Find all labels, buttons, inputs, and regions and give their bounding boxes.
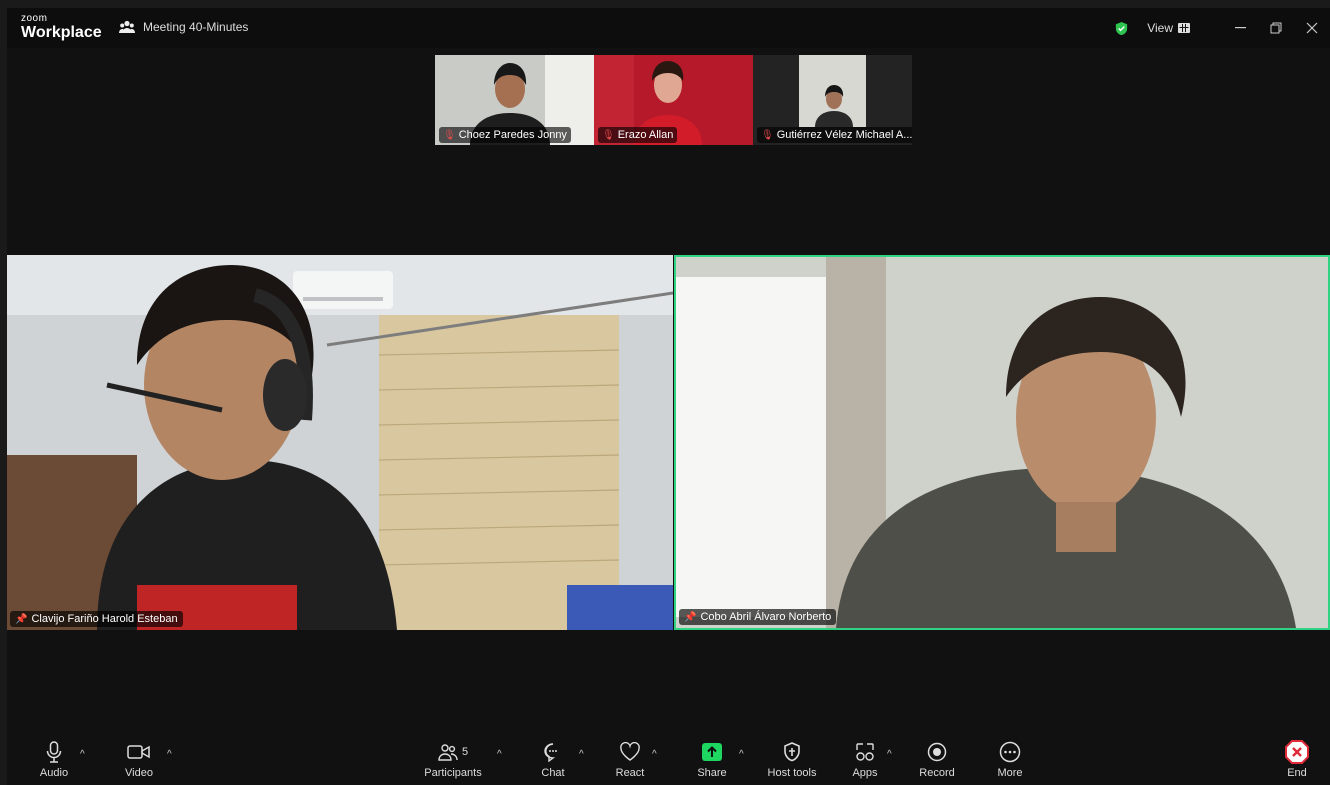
logo-zoom-text: zoom bbox=[21, 13, 48, 24]
chat-button[interactable]: Chat bbox=[518, 739, 588, 779]
participant-name-label: 📌 Cobo Abril Álvaro Norberto bbox=[679, 609, 837, 625]
participants-options-caret-icon[interactable]: ^ bbox=[497, 749, 502, 760]
meeting-title-text: Meeting 40-Minutes bbox=[143, 20, 249, 34]
record-label: Record bbox=[919, 767, 955, 779]
meeting-people-icon bbox=[119, 20, 135, 33]
participant-thumbnail[interactable]: 🎙 Gutiérrez Vélez Michael A... bbox=[753, 55, 912, 145]
thumbnail-strip: 🎙 Choez Paredes Jonny 🎙 Erazo Allan 🎙 Gu… bbox=[435, 55, 914, 145]
participant-name-label: 🎙 Erazo Allan bbox=[598, 127, 678, 143]
participant-name: Choez Paredes Jonny bbox=[458, 129, 567, 141]
participant-video bbox=[7, 255, 673, 630]
restore-button[interactable] bbox=[1258, 8, 1294, 48]
close-button[interactable] bbox=[1294, 8, 1330, 48]
chat-options-caret-icon[interactable]: ^ bbox=[579, 749, 584, 760]
participant-name: Gutiérrez Vélez Michael A... bbox=[776, 129, 912, 141]
meeting-toolbar: Audio ^ Video ^ 5 Participants ^ Chat ^ … bbox=[7, 735, 1330, 785]
mic-muted-icon: 🎙 bbox=[443, 129, 456, 141]
participant-thumbnail[interactable]: 🎙 Erazo Allan bbox=[594, 55, 753, 145]
video-tile[interactable]: 📌 Clavijo Fariño Harold Esteban bbox=[7, 255, 673, 630]
titlebar-controls: View bbox=[1114, 8, 1330, 48]
more-ellipsis-icon bbox=[999, 741, 1021, 763]
microphone-icon bbox=[46, 741, 62, 763]
end-meeting-button[interactable]: End bbox=[1262, 739, 1330, 779]
share-label: Share bbox=[697, 767, 727, 779]
participant-name: Clavijo Fariño Harold Esteban bbox=[31, 613, 178, 625]
close-icon bbox=[1306, 22, 1318, 34]
record-icon bbox=[927, 742, 947, 762]
record-button[interactable]: Record bbox=[902, 739, 972, 779]
participant-thumbnail[interactable]: 🎙 Choez Paredes Jonny bbox=[435, 55, 594, 145]
mic-muted-icon: 🎙 bbox=[602, 129, 615, 141]
video-label: Video bbox=[125, 767, 153, 779]
participant-name-label: 📌 Clavijo Fariño Harold Esteban bbox=[10, 611, 183, 627]
participant-name: Cobo Abril Álvaro Norberto bbox=[700, 611, 832, 623]
host-tools-button[interactable]: Host tools bbox=[757, 739, 827, 779]
pin-icon: 📌 bbox=[684, 611, 697, 623]
pin-icon: 📌 bbox=[15, 613, 28, 625]
end-call-icon bbox=[1285, 740, 1309, 764]
video-camera-icon bbox=[127, 745, 150, 759]
react-options-caret-icon[interactable]: ^ bbox=[652, 749, 657, 760]
more-label: More bbox=[997, 767, 1023, 779]
end-label: End bbox=[1287, 767, 1307, 779]
chat-label: Chat bbox=[541, 767, 565, 779]
apps-label: Apps bbox=[852, 767, 878, 779]
video-button[interactable]: Video bbox=[104, 739, 174, 779]
zoom-window: zoom Workplace Meeting 40-Minutes View 🎙… bbox=[7, 8, 1330, 785]
video-tile-active-speaker[interactable]: 📌 Cobo Abril Álvaro Norberto bbox=[674, 255, 1330, 630]
audio-options-caret-icon[interactable]: ^ bbox=[80, 749, 85, 760]
minimize-button[interactable] bbox=[1222, 8, 1258, 48]
participants-icon bbox=[438, 744, 458, 761]
host-tools-label: Host tools bbox=[767, 767, 817, 779]
view-button[interactable]: View bbox=[1147, 21, 1190, 35]
participant-name-label: 🎙 Gutiérrez Vélez Michael A... bbox=[757, 127, 912, 143]
video-options-caret-icon[interactable]: ^ bbox=[167, 749, 172, 760]
participant-video bbox=[676, 257, 1328, 628]
participant-name-label: 🎙 Choez Paredes Jonny bbox=[439, 127, 571, 143]
react-label: React bbox=[615, 767, 645, 779]
participants-count-badge: 5 bbox=[461, 746, 469, 758]
zoom-workplace-logo: zoom Workplace bbox=[21, 14, 102, 41]
security-shield-icon[interactable] bbox=[1114, 21, 1129, 36]
meeting-title: Meeting 40-Minutes bbox=[119, 20, 248, 34]
heart-icon bbox=[620, 742, 640, 761]
view-grid-icon bbox=[1178, 23, 1190, 33]
apps-grid-icon bbox=[856, 743, 874, 761]
participants-button[interactable]: 5 Participants bbox=[418, 739, 488, 779]
title-bar: zoom Workplace Meeting 40-Minutes View bbox=[7, 8, 1330, 48]
host-shield-icon bbox=[784, 742, 800, 762]
restore-icon bbox=[1270, 22, 1282, 34]
share-options-caret-icon[interactable]: ^ bbox=[739, 749, 744, 760]
audio-label: Audio bbox=[39, 767, 69, 779]
more-button[interactable]: More bbox=[975, 739, 1045, 779]
participants-label: Participants bbox=[424, 767, 482, 779]
share-screen-icon bbox=[702, 743, 722, 761]
view-label: View bbox=[1147, 21, 1173, 35]
logo-workplace-text: Workplace bbox=[21, 24, 102, 41]
mic-muted-icon: 🎙 bbox=[761, 129, 774, 141]
chat-bubble-icon bbox=[544, 743, 557, 762]
participant-name: Erazo Allan bbox=[617, 129, 674, 141]
share-button[interactable]: Share bbox=[677, 739, 747, 779]
audio-button[interactable]: Audio bbox=[19, 739, 89, 779]
minimize-icon bbox=[1234, 27, 1246, 29]
apps-options-caret-icon[interactable]: ^ bbox=[887, 749, 892, 760]
